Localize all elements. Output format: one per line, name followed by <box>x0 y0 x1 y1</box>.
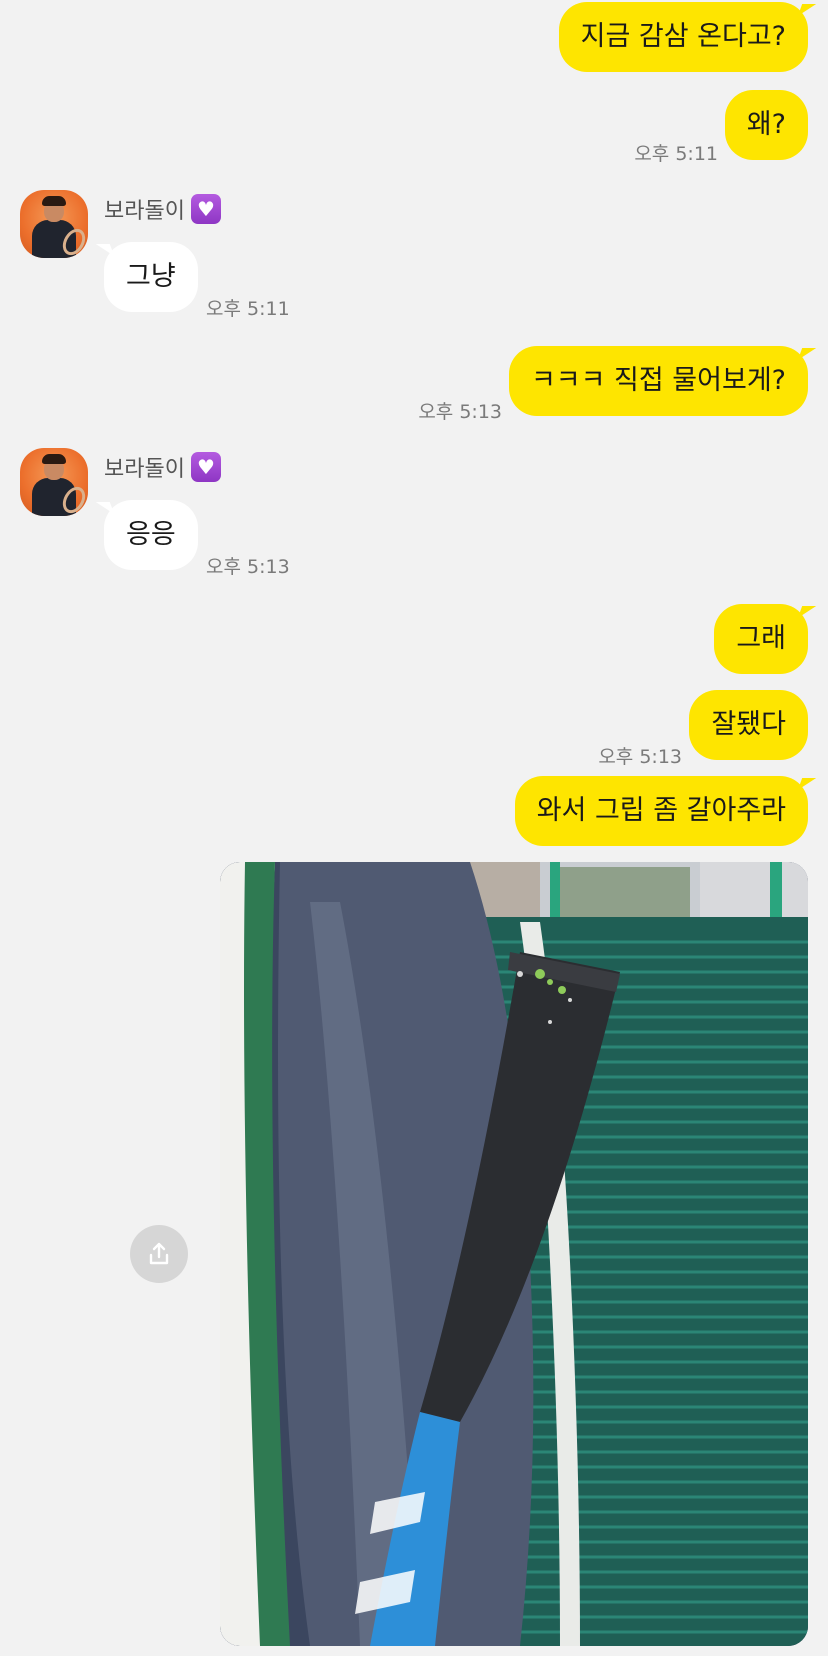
outgoing-message[interactable]: 왜? <box>724 90 808 160</box>
message-time: 오후 5:13 <box>206 556 290 578</box>
avatar[interactable] <box>20 190 88 258</box>
incoming-message[interactable]: 그냥 <box>104 242 198 312</box>
message-time: 오후 5:13 <box>598 746 682 768</box>
sender-name: 보라돌이 <box>104 457 185 482</box>
sender-name-row: 보라돌이 ♥ <box>104 193 221 225</box>
share-icon <box>149 1242 169 1265</box>
message-time: 오후 5:13 <box>418 401 502 423</box>
message-time: 오후 5:11 <box>634 143 718 165</box>
photo-image <box>220 862 808 1646</box>
outgoing-message[interactable]: 그래 <box>714 604 808 674</box>
photo-message[interactable] <box>220 862 808 1646</box>
outgoing-message[interactable]: ㅋㅋㅋ 직접 물어보게? <box>508 346 808 416</box>
share-button[interactable] <box>130 1225 188 1283</box>
outgoing-message[interactable]: 와서 그립 좀 갈아주라 <box>514 776 808 846</box>
purple-heart-icon: ♥ <box>190 194 221 224</box>
message-time: 오후 5:11 <box>206 298 290 320</box>
incoming-message[interactable]: 응응 <box>104 500 198 570</box>
sender-name-row: 보라돌이 ♥ <box>104 451 221 483</box>
outgoing-message[interactable]: 지금 감삼 온다고? <box>558 2 808 72</box>
outgoing-message[interactable]: 잘됐다 <box>689 690 808 760</box>
sender-name: 보라돌이 <box>104 199 185 224</box>
avatar[interactable] <box>20 448 88 516</box>
purple-heart-icon: ♥ <box>190 452 221 482</box>
